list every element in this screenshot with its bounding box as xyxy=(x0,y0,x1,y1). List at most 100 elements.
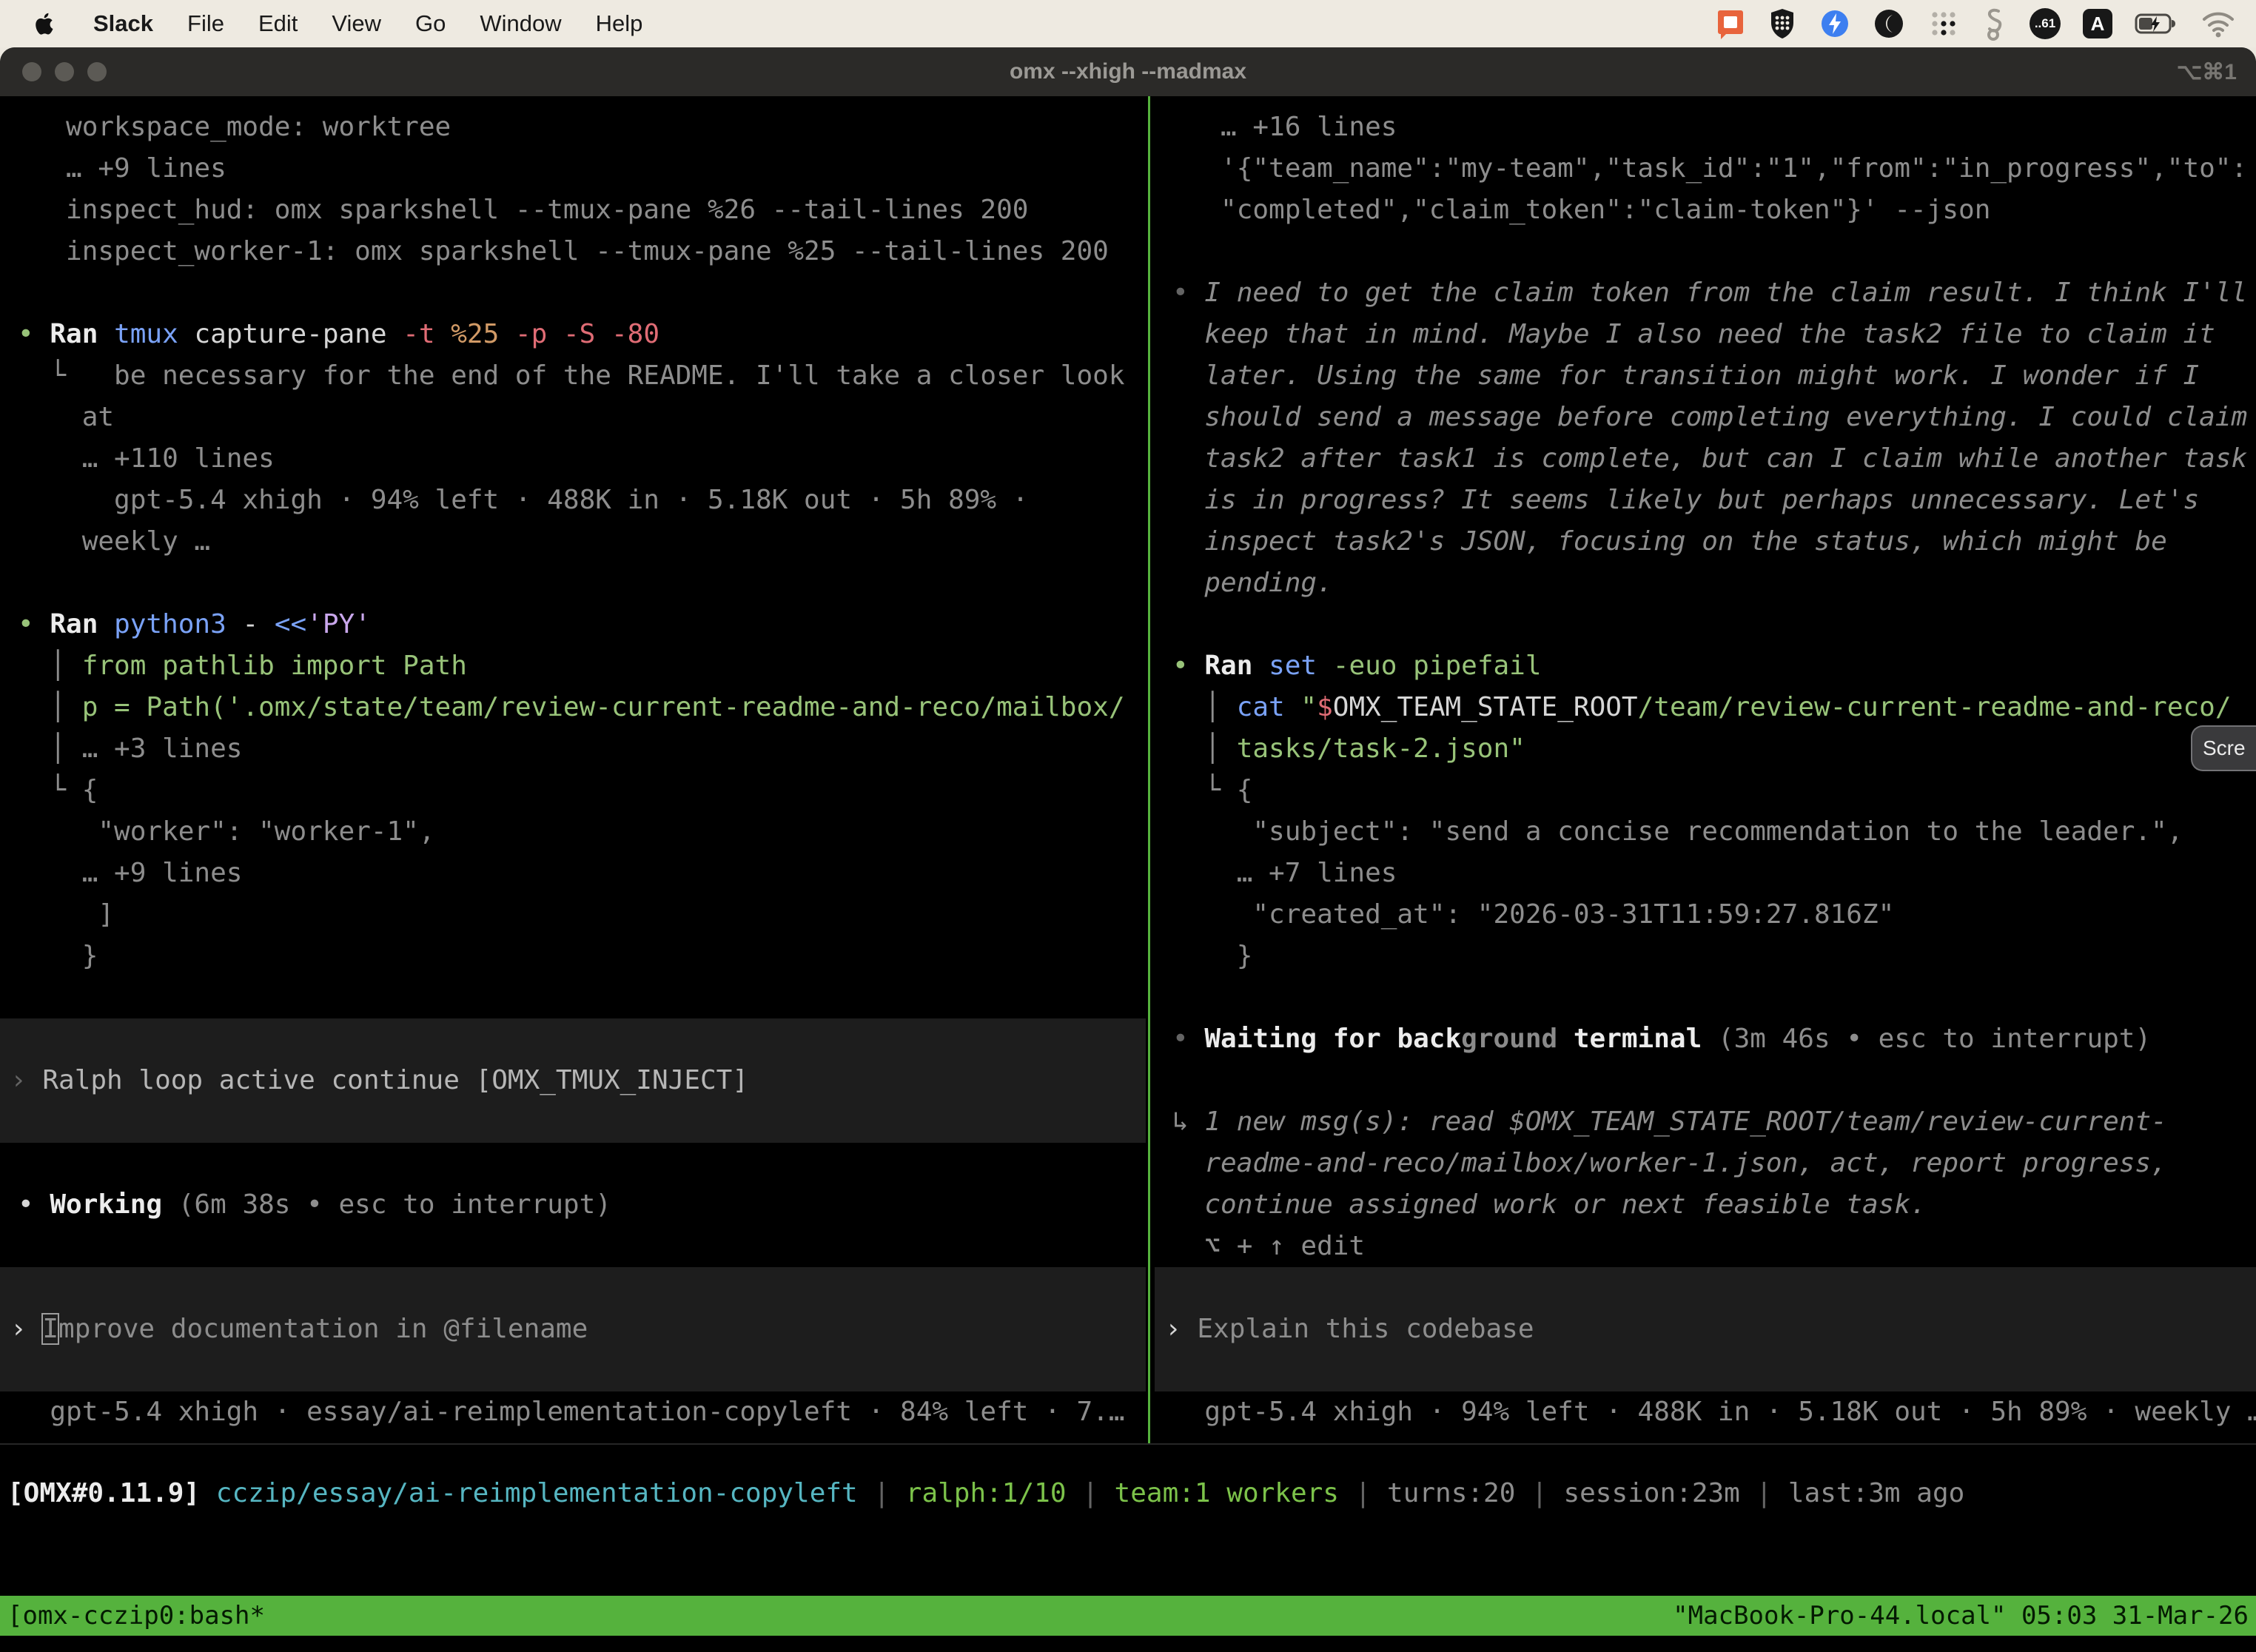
omx-status-segment: cczip/essay/ai-reimplementation-copyleft xyxy=(216,1478,858,1508)
battery-charging-icon[interactable] xyxy=(2135,7,2179,40)
terminal-segment: Ran xyxy=(1204,651,1269,681)
terminal-line: is in progress? It seems likely but perh… xyxy=(1155,480,2256,521)
dots-grid-icon[interactable] xyxy=(1927,7,1960,40)
prompt-input-row[interactable] xyxy=(1155,1267,2256,1309)
terminal-line xyxy=(0,1226,1146,1267)
terminal-line: └ be necessary for the end of the README… xyxy=(0,355,1146,397)
terminal-line: ⌥ + ↑ edit xyxy=(1155,1226,2256,1267)
terminal-line: … +9 lines xyxy=(0,148,1146,189)
shield-app-icon[interactable] xyxy=(1767,7,1797,40)
input-source-label: A xyxy=(2091,13,2105,36)
menu-item-view[interactable]: View xyxy=(332,10,381,37)
chat-app-icon[interactable] xyxy=(1716,7,1745,40)
terminal-segment: I need to get the claim token from the c… xyxy=(1204,278,2247,308)
menu-item-help[interactable]: Help xyxy=(596,10,643,37)
terminal-segment: │ xyxy=(1172,692,1237,722)
prompt-input-row[interactable]: › Ralph loop active continue [OMX_TMUX_I… xyxy=(0,1060,1146,1101)
terminal-line: "subject": "send a concise recommendatio… xyxy=(1155,811,2256,853)
terminal-line: at xyxy=(0,397,1146,438)
terminal-segment: python3 xyxy=(114,609,242,639)
terminal-segment: • xyxy=(1172,651,1204,681)
terminal-line xyxy=(0,977,1146,1018)
terminal-segment: continue assigned work or next feasible … xyxy=(1172,1189,1927,1220)
terminal-segment: tmux xyxy=(114,319,194,349)
terminal-segment: … +7 lines xyxy=(1172,858,1397,888)
omx-status-segment: session:23m xyxy=(1563,1478,1739,1508)
terminal-line: … +7 lines xyxy=(1155,853,2256,894)
terminal-segment: cat xyxy=(1237,692,1301,722)
terminal-line: │ p = Path('.omx/state/team/review-curre… xyxy=(0,687,1146,728)
menu-item-file[interactable]: File xyxy=(187,10,224,37)
terminal-segment: Explain this codebase xyxy=(1197,1314,1534,1344)
terminal-segment: " xyxy=(1300,692,1317,722)
terminal-segment: └ xyxy=(18,360,114,391)
menu-item-window[interactable]: Window xyxy=(480,10,561,37)
terminal-segment: • xyxy=(18,609,50,639)
terminal-segment: │ xyxy=(1172,733,1237,764)
terminal-segment: … +3 lines xyxy=(82,733,243,764)
terminal-line xyxy=(1155,977,2256,1018)
prompt-input-row[interactable] xyxy=(1155,1350,2256,1391)
terminal-window: omx --xhigh --madmax ⌥⌘1 workspace_mode:… xyxy=(0,47,2256,1652)
terminal-segment: … +16 lines xyxy=(1172,112,1397,142)
menu-item-go[interactable]: Go xyxy=(415,10,446,37)
terminal-line: │ from pathlib import Path xyxy=(0,645,1146,687)
wifi-icon[interactable] xyxy=(2201,7,2235,40)
terminal-line xyxy=(1155,1060,2256,1101)
terminal-line: └ { xyxy=(1155,770,2256,811)
squiggle-app-icon[interactable] xyxy=(1982,7,2007,40)
terminal-segment: • xyxy=(1172,1024,1204,1054)
terminal-line: inspect_worker-1: omx sparkshell --tmux-… xyxy=(0,231,1146,272)
terminal-line: • Waiting for background terminal (3m 46… xyxy=(1155,1018,2256,1060)
battery-percent-label: ..61 xyxy=(2035,16,2055,31)
terminal-segment: └ { xyxy=(18,775,98,805)
terminal-segment: be necessary for the end of the README. … xyxy=(114,360,1124,391)
pane-divider[interactable] xyxy=(1148,96,1150,1443)
input-source-badge[interactable]: A xyxy=(2083,9,2112,38)
tmux-host-clock-label: "MacBook-Pro-44.local" 05:03 31-Mar-26 xyxy=(1673,1601,2249,1631)
prompt-input-row[interactable] xyxy=(0,1267,1146,1309)
terminal-segment: p = Path('.omx/state/team/review-current… xyxy=(82,692,1125,722)
omx-status-segment xyxy=(200,1478,216,1508)
title-bar[interactable]: omx --xhigh --madmax ⌥⌘1 xyxy=(0,47,2256,96)
omx-status-segment: team:1 workers xyxy=(1115,1478,1339,1508)
terminal-segment: ↳ xyxy=(1172,1107,1204,1137)
right-terminal-pane[interactable]: … +16 lines '{"team_name":"my-team","tas… xyxy=(1155,96,2256,1443)
terminal-segment: Waiting for back xyxy=(1204,1024,1461,1054)
prompt-input-row[interactable] xyxy=(0,1350,1146,1391)
terminal-line: • Ran python3 - <<'PY' xyxy=(0,604,1146,645)
terminal-line: gpt-5.4 xhigh · 94% left · 488K in · 5.1… xyxy=(1155,1391,2256,1433)
prompt-input-row[interactable]: › Explain this codebase xyxy=(1155,1309,2256,1350)
terminal-line: } xyxy=(0,936,1146,977)
terminal-segment: Ralph loop active continue [OMX_TMUX_INJ… xyxy=(42,1065,748,1095)
bolt-app-icon[interactable] xyxy=(1819,7,1850,40)
terminal-segment: "created_at": "2026-03-31T11:59:27.816Z" xyxy=(1172,899,1894,930)
terminal-segment: Ran xyxy=(50,319,114,349)
prompt-input-row[interactable] xyxy=(0,1018,1146,1060)
terminal-line: task2 after task1 is complete, but can I… xyxy=(1155,438,2256,480)
terminal-segment: │ xyxy=(18,692,82,722)
terminal-segment: later. Using the same for transition mig… xyxy=(1172,360,2199,391)
terminal-segment: gpt-5.4 xhigh · essay/ai-reimplementatio… xyxy=(18,1397,1125,1427)
prompt-input-row[interactable] xyxy=(0,1101,1146,1143)
menu-item-edit[interactable]: Edit xyxy=(258,10,298,37)
left-terminal-pane[interactable]: workspace_mode: worktree … +9 lines insp… xyxy=(0,96,1146,1443)
terminal-line: └ { xyxy=(0,770,1146,811)
terminal-segment: "completed","claim_token":"claim-token"}… xyxy=(1172,195,1990,225)
omx-status-segment: | xyxy=(1740,1478,1788,1508)
battery-percent-badge[interactable]: ..61 xyxy=(2030,8,2061,39)
record-app-icon[interactable] xyxy=(1873,7,1905,40)
terminal-segment: - xyxy=(242,609,274,639)
terminal-segment: › xyxy=(10,1065,42,1095)
terminal-segment: task2 after task1 is complete, but can I… xyxy=(1172,443,2247,474)
terminal-segment: at xyxy=(18,402,114,432)
terminal-line: inspect_hud: omx sparkshell --tmux-pane … xyxy=(0,189,1146,231)
apple-menu-icon[interactable] xyxy=(34,9,59,38)
tmux-session-label: [omx-cczip0:bash* xyxy=(7,1601,265,1631)
screen-capture-overlay[interactable]: Scre xyxy=(2191,725,2256,771)
terminal-segment: -p -S -80 xyxy=(515,319,659,349)
menu-item-slack[interactable]: Slack xyxy=(93,10,153,37)
terminal-segment: Working xyxy=(50,1189,162,1220)
prompt-input-row[interactable]: › Improve documentation in @filename xyxy=(0,1309,1146,1350)
terminal-segment: capture-pane xyxy=(194,319,403,349)
